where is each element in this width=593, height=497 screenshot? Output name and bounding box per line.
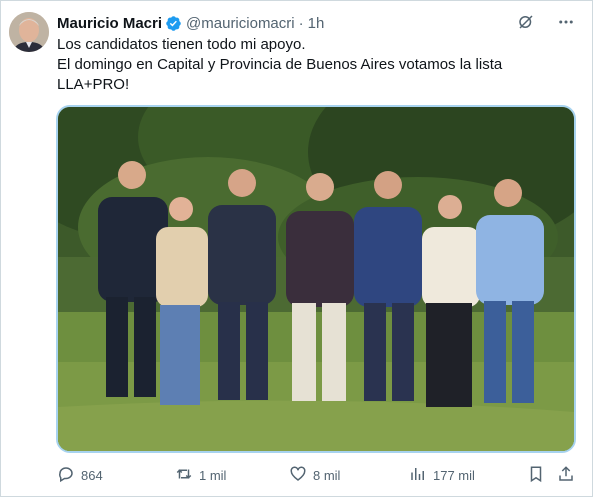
tweet-actions: 864 1 mil 8 mil 177 mil xyxy=(57,463,577,487)
share-icon xyxy=(557,465,575,486)
tweet-text-line: Los candidatos tienen todo mi apoyo. xyxy=(57,36,306,53)
grok-icon[interactable] xyxy=(516,12,536,32)
reply-icon xyxy=(57,465,75,486)
author-name[interactable]: Mauricio Macri xyxy=(57,15,162,32)
avatar[interactable] xyxy=(9,12,49,52)
share-button[interactable] xyxy=(557,465,575,486)
bookmark-icon xyxy=(527,465,545,486)
retweet-count: 1 mil xyxy=(199,467,227,483)
retweet-icon xyxy=(175,465,193,486)
bookmark-button[interactable] xyxy=(527,465,545,486)
author-handle[interactable]: @mauriciomacri xyxy=(186,15,295,32)
timestamp[interactable]: 1h xyxy=(308,15,325,32)
tweet-text-line: LLA+PRO! xyxy=(57,76,130,93)
reply-count: 864 xyxy=(81,467,103,483)
like-icon xyxy=(289,465,307,486)
like-count: 8 mil xyxy=(313,467,341,483)
separator-dot: · xyxy=(298,14,304,32)
views-button[interactable]: 177 mil xyxy=(409,465,475,486)
tweet-photo[interactable] xyxy=(56,105,576,453)
more-icon[interactable] xyxy=(556,12,576,32)
reply-button[interactable]: 864 xyxy=(57,465,103,486)
retweet-button[interactable]: 1 mil xyxy=(175,465,226,486)
tweet-text-line: El domingo en Capital y Provincia de Bue… xyxy=(57,56,503,73)
tweet-text: Los candidatos tienen todo mi apoyo. El … xyxy=(57,35,577,95)
header-actions xyxy=(516,12,576,32)
tweet-card[interactable]: Mauricio Macri @mauriciomacri · 1h Los c… xyxy=(0,0,593,497)
views-icon xyxy=(409,465,427,486)
verified-badge-icon xyxy=(165,15,182,32)
views-count: 177 mil xyxy=(433,467,475,483)
like-button[interactable]: 8 mil xyxy=(289,465,340,486)
tweet-header: Mauricio Macri @mauriciomacri · 1h xyxy=(57,13,324,33)
